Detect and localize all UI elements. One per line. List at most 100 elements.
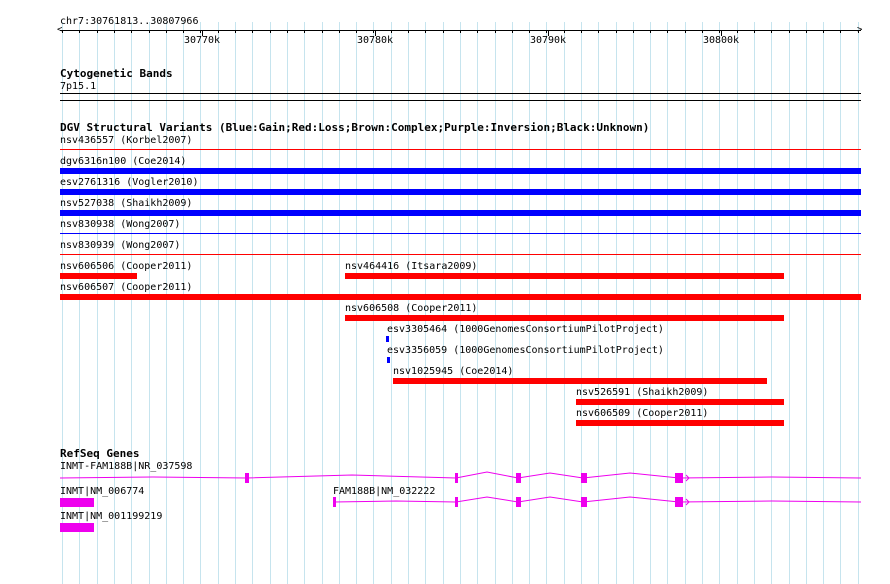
dgv-track-title: DGV Structural Variants (Blue:Gain;Red:L…	[60, 121, 650, 134]
dgv-feature-bar[interactable]	[386, 336, 389, 342]
ruler-tick	[339, 31, 340, 33]
dgv-feature-bar[interactable]	[60, 168, 861, 174]
ruler-tick	[270, 31, 271, 33]
ruler-tick	[425, 31, 426, 33]
dgv-feature-bar[interactable]	[387, 357, 390, 363]
gene-label[interactable]: INMT|NM_001199219	[60, 511, 162, 522]
ruler-tick	[840, 31, 841, 33]
ruler-tick	[200, 31, 201, 33]
dgv-feature-line[interactable]	[60, 233, 861, 234]
ruler-tick-label: 30770k	[183, 35, 221, 46]
ruler-tick	[149, 31, 150, 33]
refseq-track-title: RefSeq Genes	[60, 447, 140, 460]
ruler-tick	[304, 31, 305, 33]
ruler-tick	[650, 31, 651, 33]
dgv-feature-line[interactable]	[60, 149, 861, 150]
dgv-feature-line[interactable]	[60, 254, 861, 255]
dgv-feature-label[interactable]: nsv606509 (Cooper2011)	[576, 408, 708, 419]
ruler-tick	[598, 31, 599, 33]
ruler-tick	[62, 31, 63, 33]
cytoband-line	[60, 100, 861, 101]
ruler-tick	[443, 31, 444, 33]
gene-exon[interactable]	[455, 473, 458, 483]
gene-exon[interactable]	[455, 497, 458, 507]
dgv-feature-label[interactable]: nsv830938 (Wong2007)	[60, 219, 180, 230]
ruler-tick-label: 30790k	[529, 35, 567, 46]
gene-exon[interactable]	[675, 473, 683, 483]
ruler-tick	[460, 31, 461, 33]
gene-intron-line[interactable]	[0, 466, 890, 486]
gene-exon[interactable]	[516, 497, 521, 507]
cytoband-line	[60, 93, 861, 94]
ruler-tick	[322, 31, 323, 33]
ruler-tick	[581, 31, 582, 33]
gene-exon[interactable]	[333, 497, 336, 507]
ruler-tick	[114, 31, 115, 33]
dgv-feature-label[interactable]: nsv436557 (Korbel2007)	[60, 135, 192, 146]
ruler-tick	[685, 31, 686, 33]
dgv-feature-label[interactable]: nsv464416 (Itsara2009)	[345, 261, 477, 272]
ruler-tick	[616, 31, 617, 33]
ruler-tick	[218, 31, 219, 33]
ruler-tick	[823, 31, 824, 33]
ruler-tick	[183, 31, 184, 33]
ruler-tick	[529, 31, 530, 33]
dgv-feature-label[interactable]: nsv606507 (Cooper2011)	[60, 282, 192, 293]
ruler-tick	[166, 31, 167, 33]
dgv-feature-label[interactable]: esv2761316 (Vogler2010)	[60, 177, 198, 188]
ruler-tick	[858, 31, 859, 33]
ruler-tick	[373, 31, 374, 33]
dgv-feature-bar[interactable]	[60, 273, 137, 279]
location-label: chr7:30761813..30807966	[60, 16, 199, 27]
dgv-feature-label[interactable]: nsv830939 (Wong2007)	[60, 240, 180, 251]
ruler-tick	[564, 31, 565, 33]
ruler-tick	[287, 31, 288, 33]
ruler-tick	[633, 31, 634, 33]
ruler-tick	[477, 31, 478, 33]
dgv-feature-bar[interactable]	[576, 420, 784, 426]
ruler-tick	[356, 31, 357, 33]
gene-exon[interactable]	[516, 473, 521, 483]
ruler-tick-label: 30800k	[702, 35, 740, 46]
ruler-tick	[79, 31, 80, 33]
ruler-tick	[806, 31, 807, 33]
genome-browser-panel: chr7:30761813..30807966 < > 30770k 30780…	[0, 0, 890, 584]
ruler-tick	[408, 31, 409, 33]
ruler-tick	[667, 31, 668, 33]
ruler-tick	[97, 31, 98, 33]
dgv-feature-bar[interactable]	[60, 294, 861, 300]
dgv-feature-bar[interactable]	[60, 210, 861, 216]
ruler-tick	[771, 31, 772, 33]
gene-exon[interactable]	[581, 497, 587, 507]
ruler-tick	[789, 31, 790, 33]
ruler-tick	[737, 31, 738, 33]
dgv-feature-label[interactable]: nsv526591 (Shaikh2009)	[576, 387, 708, 398]
dgv-feature-label[interactable]: nsv527038 (Shaikh2009)	[60, 198, 192, 209]
gene-exon[interactable]	[60, 523, 94, 532]
ruler-tick	[546, 31, 547, 33]
ruler-tick	[252, 31, 253, 33]
ruler-tick	[754, 31, 755, 33]
dgv-feature-label[interactable]: nsv606508 (Cooper2011)	[345, 303, 477, 314]
dgv-feature-bar[interactable]	[60, 189, 861, 195]
cytoband-track-title: Cytogenetic Bands	[60, 67, 173, 80]
ruler-tick	[391, 31, 392, 33]
gene-exon[interactable]	[675, 497, 683, 507]
dgv-feature-label[interactable]: dgv6316n100 (Coe2014)	[60, 156, 186, 167]
cytoband-label: 7p15.1	[60, 81, 97, 92]
gene-exon[interactable]	[581, 473, 587, 483]
dgv-feature-bar[interactable]	[345, 273, 784, 279]
dgv-feature-bar[interactable]	[393, 378, 767, 384]
dgv-feature-label[interactable]: esv3305464 (1000GenomesConsortiumPilotPr…	[387, 324, 664, 335]
dgv-feature-label[interactable]: nsv1025945 (Coe2014)	[393, 366, 513, 377]
ruler-tick	[512, 31, 513, 33]
dgv-feature-bar[interactable]	[576, 399, 784, 405]
ruler-tick	[235, 31, 236, 33]
ruler-tick-label: 30780k	[356, 35, 394, 46]
gene-exon[interactable]	[245, 473, 249, 483]
gene-intron-line[interactable]	[0, 492, 890, 512]
ruler-tick	[719, 31, 720, 33]
dgv-feature-label[interactable]: nsv606506 (Cooper2011)	[60, 261, 192, 272]
dgv-feature-label[interactable]: esv3356059 (1000GenomesConsortiumPilotPr…	[387, 345, 664, 356]
dgv-feature-bar[interactable]	[345, 315, 784, 321]
